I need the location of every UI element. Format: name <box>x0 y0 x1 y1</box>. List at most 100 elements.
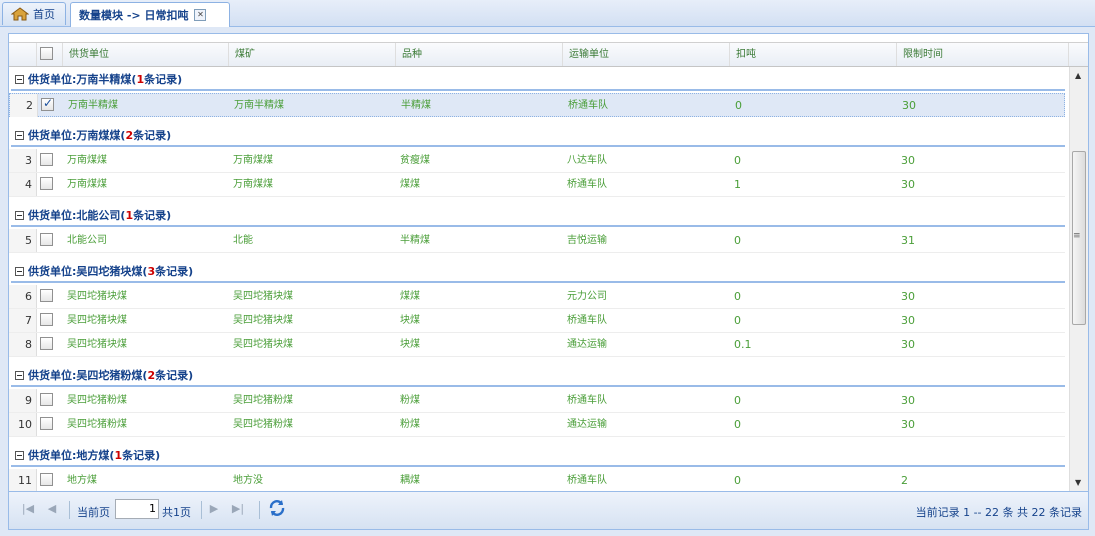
cell-mine: 吴四坨猪粉煤 <box>233 419 293 430</box>
group-label-prefix: 供货单位: <box>28 369 77 382</box>
cell-deduction: 1 <box>734 178 741 191</box>
cell-deduction: 0 <box>734 418 741 431</box>
row-checkbox[interactable] <box>40 233 53 246</box>
scroll-down-arrow-icon[interactable]: ▼ <box>1075 478 1081 487</box>
table-row[interactable]: 11 地方煤 地方没 耦煤 桥通车队 0 2 <box>9 469 1065 491</box>
cell-transport: 吉悦运输 <box>567 235 607 246</box>
last-page-icon[interactable]: ▶| <box>231 502 245 516</box>
header-mine[interactable]: 煤矿 <box>229 43 396 66</box>
cell-transport: 桥通车队 <box>568 100 608 111</box>
select-all-checkbox[interactable] <box>40 47 53 60</box>
cell-time-limit: 2 <box>901 474 908 487</box>
collapse-icon[interactable] <box>15 210 24 220</box>
table-row[interactable]: 10 吴四坨猪粉煤 吴四坨猪粉煤 粉煤 通达运输 0 30 <box>9 413 1065 437</box>
cell-deduction: 0 <box>734 394 741 407</box>
group-label-prefix: 供货单位: <box>28 73 77 86</box>
collapse-icon[interactable] <box>15 370 24 380</box>
grip-icon: ≡ <box>1073 231 1081 241</box>
row-checkbox[interactable] <box>40 177 53 190</box>
row-checkbox[interactable] <box>40 289 53 302</box>
collapse-icon[interactable] <box>15 130 24 140</box>
header-transport[interactable]: 运输单位 <box>563 43 730 66</box>
header-deduction[interactable]: 扣吨 <box>730 43 897 66</box>
group-header[interactable]: 供货单位: 万南半精煤 (1 条记录) <box>11 69 1065 91</box>
table-row[interactable]: 4 万南煤煤 万南煤煤 煤煤 桥通车队 1 30 <box>9 173 1065 197</box>
header-variety[interactable]: 品种 <box>396 43 563 66</box>
cell-mine: 北能 <box>233 235 253 246</box>
group-count: 3 <box>147 264 156 278</box>
group-name: 北能公司 <box>76 209 121 222</box>
vertical-scrollbar[interactable]: ▲ ≡ ▼ <box>1069 67 1088 491</box>
table-row[interactable]: 8 吴四坨猪块煤 吴四坨猪块煤 块煤 通达运输 0.1 30 <box>9 333 1065 357</box>
paging-toolbar: |◀ ◀ 当前页 1 共1页 ▶ ▶| 当前记录 1 -- 22 条 共 22 … <box>9 491 1088 529</box>
pager-separator <box>69 501 70 519</box>
tab-bar: 首页 数量模块 -> 日常扣吨 ✕ <box>0 0 1095 27</box>
cell-deduction: 0 <box>734 290 741 303</box>
collapse-icon[interactable] <box>15 450 24 460</box>
table-row[interactable]: 6 吴四坨猪块煤 吴四坨猪块煤 煤煤 元力公司 0 30 <box>9 285 1065 309</box>
table-row[interactable]: 5 北能公司 北能 半精煤 吉悦运输 0 31 <box>9 229 1065 253</box>
cell-deduction: 0 <box>734 314 741 327</box>
grid-body: 供货单位: 万南半精煤 (1 条记录)2万南半精煤万南半精煤半精煤桥通车队030… <box>9 67 1069 491</box>
cell-mine: 吴四坨猪块煤 <box>233 291 293 302</box>
tab-home[interactable]: 首页 <box>2 2 66 25</box>
cell-mine: 万南煤煤 <box>233 179 273 190</box>
group-header[interactable]: 供货单位: 吴四坨猪块煤 (3 条记录) <box>11 261 1065 283</box>
prev-page-icon[interactable]: ◀ <box>45 502 59 516</box>
cell-mine: 吴四坨猪粉煤 <box>233 395 293 406</box>
cell-transport: 桥通车队 <box>567 315 607 326</box>
table-row[interactable]: 9 吴四坨猪粉煤 吴四坨猪粉煤 粉煤 桥通车队 0 30 <box>9 389 1065 413</box>
scroll-up-arrow-icon[interactable]: ▲ <box>1075 71 1081 80</box>
row-checkbox[interactable] <box>41 96 54 111</box>
next-page-icon[interactable]: ▶ <box>207 502 221 516</box>
cell-variety: 半精煤 <box>400 235 430 246</box>
pager-separator <box>201 501 202 519</box>
collapse-icon[interactable] <box>15 266 24 276</box>
cell-variety: 半精煤 <box>401 100 431 111</box>
group-label-prefix: 供货单位: <box>28 129 77 142</box>
cell-variety: 煤煤 <box>400 179 420 190</box>
cell-mine: 地方没 <box>233 475 263 486</box>
cell-mine: 吴四坨猪块煤 <box>233 339 293 350</box>
group-name: 吴四坨猪粉煤 <box>76 369 143 382</box>
close-icon[interactable]: ✕ <box>194 9 207 21</box>
header-supplier[interactable]: 供货单位 <box>63 43 229 66</box>
cell-variety: 粉煤 <box>400 419 420 430</box>
cell-supplier: 地方煤 <box>67 475 97 486</box>
table-row[interactable]: 7 吴四坨猪块煤 吴四坨猪块煤 块煤 桥通车队 0 30 <box>9 309 1065 333</box>
group-count-suffix: 条记录) <box>122 449 161 462</box>
first-page-icon[interactable]: |◀ <box>21 502 35 516</box>
cell-variety: 贫瘦煤 <box>400 155 430 166</box>
cell-deduction: 0.1 <box>734 338 752 351</box>
row-number: 2 <box>10 94 38 117</box>
row-checkbox[interactable] <box>40 153 53 166</box>
row-number: 3 <box>9 149 37 172</box>
row-checkbox[interactable] <box>40 313 53 326</box>
group-count-suffix: 条记录) <box>144 73 183 86</box>
row-number: 11 <box>9 469 37 491</box>
group-count-suffix: 条记录) <box>155 369 194 382</box>
tab-daily-deduction[interactable]: 数量模块 -> 日常扣吨 ✕ <box>70 2 230 27</box>
group-header[interactable]: 供货单位: 北能公司 (1 条记录) <box>11 205 1065 227</box>
row-checkbox[interactable] <box>40 393 53 406</box>
group-count-suffix: 条记录) <box>133 209 172 222</box>
group-header[interactable]: 供货单位: 吴四坨猪粉煤 (2 条记录) <box>11 365 1065 387</box>
cell-supplier: 吴四坨猪块煤 <box>67 291 127 302</box>
row-checkbox[interactable] <box>40 417 53 430</box>
cell-time-limit: 31 <box>901 234 915 247</box>
grid-header: 供货单位 煤矿 品种 运输单位 扣吨 限制时间 <box>9 42 1088 67</box>
refresh-icon[interactable] <box>267 498 287 518</box>
cell-mine: 万南煤煤 <box>233 155 273 166</box>
group-header[interactable]: 供货单位: 地方煤 (1 条记录) <box>11 445 1065 467</box>
page-number-input[interactable]: 1 <box>115 499 159 519</box>
collapse-icon[interactable] <box>15 74 24 84</box>
current-page-label: 当前页 <box>77 506 110 519</box>
header-time-limit[interactable]: 限制时间 <box>897 43 1069 66</box>
group-label-prefix: 供货单位: <box>28 209 77 222</box>
group-header[interactable]: 供货单位: 万南煤煤 (2 条记录) <box>11 125 1065 147</box>
table-row[interactable]: 3 万南煤煤 万南煤煤 贫瘦煤 八达车队 0 30 <box>9 149 1065 173</box>
header-rownum <box>9 43 37 66</box>
row-checkbox[interactable] <box>40 337 53 350</box>
row-checkbox[interactable] <box>40 473 53 486</box>
table-row[interactable]: 2 万南半精煤 万南半精煤 半精煤 桥通车队 0 30 <box>9 93 1065 117</box>
